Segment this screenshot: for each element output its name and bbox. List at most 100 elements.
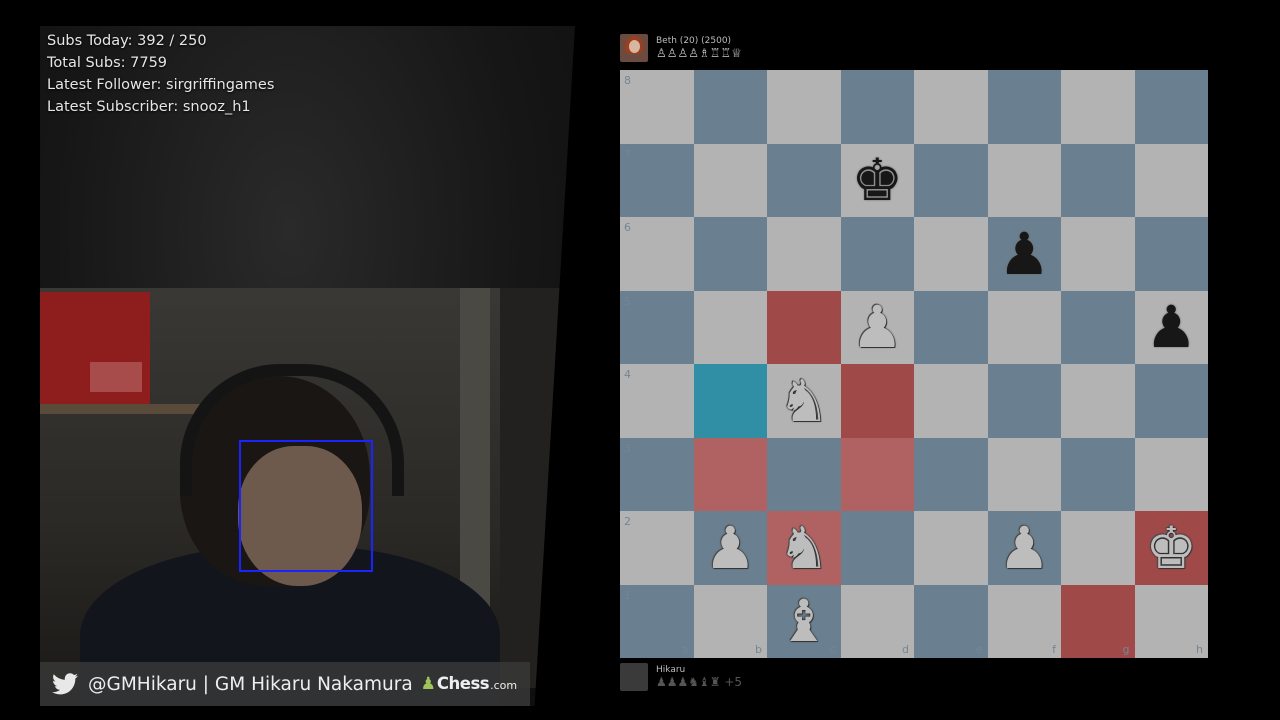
square-h5[interactable]: ♟ xyxy=(1134,290,1208,364)
square-a7[interactable]: 7 xyxy=(620,143,694,217)
brand-name: Chess xyxy=(436,674,490,693)
square-b5[interactable] xyxy=(693,290,767,364)
square-e2[interactable] xyxy=(914,511,988,585)
rank-label: 5 xyxy=(624,294,631,308)
square-d7[interactable]: ♚ xyxy=(840,143,914,217)
top-player-captured: ♙♙♙♙♗♖♖♕ xyxy=(656,46,743,60)
square-g4[interactable] xyxy=(1061,364,1135,438)
square-b8[interactable] xyxy=(693,70,767,144)
square-b1[interactable]: b xyxy=(693,584,767,658)
square-a4[interactable]: 4 xyxy=(620,364,694,438)
square-e8[interactable] xyxy=(914,70,988,144)
square-c6[interactable] xyxy=(767,217,841,291)
square-d3[interactable] xyxy=(840,437,914,511)
chess-board[interactable]: 8 7 ♚ 6 ♟ 5 ♟ ♟ 4 ♞ 3 2 ♟ ♞ ♟ ♚ 1 a b c ♝ d e f g h xyxy=(620,70,1208,658)
square-c3[interactable] xyxy=(767,437,841,511)
black-king[interactable]: ♚ xyxy=(851,151,903,209)
square-c2[interactable]: ♞ xyxy=(767,511,841,585)
white-king[interactable]: ♚ xyxy=(1145,519,1197,577)
square-d6[interactable] xyxy=(840,217,914,291)
twitter-icon xyxy=(52,673,78,695)
latest-subscriber: Latest Subscriber: snooz_h1 xyxy=(47,99,251,115)
square-b2[interactable]: ♟ xyxy=(693,511,767,585)
red-storage-box xyxy=(40,292,150,404)
white-knight[interactable]: ♞ xyxy=(778,372,830,430)
square-d2[interactable] xyxy=(840,511,914,585)
square-b3[interactable] xyxy=(693,437,767,511)
twitter-handle: @GMHikaru | GM Hikaru Nakamura xyxy=(88,673,413,695)
square-g2[interactable] xyxy=(1061,511,1135,585)
square-f2[interactable]: ♟ xyxy=(987,511,1061,585)
square-g8[interactable] xyxy=(1061,70,1135,144)
white-knight[interactable]: ♞ xyxy=(778,519,830,577)
square-e4[interactable] xyxy=(914,364,988,438)
face-detection-box xyxy=(239,440,373,572)
square-h1[interactable]: h xyxy=(1134,584,1208,658)
total-subs: Total Subs: 7759 xyxy=(47,55,168,71)
white-bishop[interactable]: ♝ xyxy=(778,592,830,650)
square-h4[interactable] xyxy=(1134,364,1208,438)
square-h8[interactable] xyxy=(1134,70,1208,144)
square-d5[interactable]: ♟ xyxy=(840,290,914,364)
square-a6[interactable]: 6 xyxy=(620,217,694,291)
file-label: c xyxy=(829,643,836,656)
square-b6[interactable] xyxy=(693,217,767,291)
square-c1[interactable]: c ♝ xyxy=(767,584,841,658)
square-e1[interactable]: e xyxy=(914,584,988,658)
rank-label: 6 xyxy=(624,221,631,234)
white-pawn[interactable]: ♟ xyxy=(851,298,903,356)
square-b7[interactable] xyxy=(693,143,767,217)
square-c7[interactable] xyxy=(767,143,841,217)
square-h6[interactable] xyxy=(1134,217,1208,291)
square-f5[interactable] xyxy=(987,290,1061,364)
square-a2[interactable]: 2 xyxy=(620,511,694,585)
chesscom-logo: ♟ Chess .com xyxy=(421,674,517,694)
square-c8[interactable] xyxy=(767,70,841,144)
black-pawn[interactable]: ♟ xyxy=(998,225,1050,283)
square-f3[interactable] xyxy=(987,437,1061,511)
square-f6[interactable]: ♟ xyxy=(987,217,1061,291)
square-h2[interactable]: ♚ xyxy=(1134,511,1208,585)
square-f7[interactable] xyxy=(987,143,1061,217)
square-g3[interactable] xyxy=(1061,437,1135,511)
latest-follower: Latest Follower: sirgriffingames xyxy=(47,77,275,93)
rank-label: 3 xyxy=(624,441,631,455)
white-pawn[interactable]: ♟ xyxy=(704,519,756,577)
rank-label: 8 xyxy=(624,74,631,87)
square-a3[interactable]: 3 xyxy=(620,437,694,511)
square-a8[interactable]: 8 xyxy=(620,70,694,144)
square-a1[interactable]: 1a xyxy=(620,584,694,658)
square-e5[interactable] xyxy=(914,290,988,364)
bottom-player-name: Hikaru xyxy=(656,665,686,675)
square-a5[interactable]: 5 xyxy=(620,290,694,364)
square-h3[interactable] xyxy=(1134,437,1208,511)
square-h7[interactable] xyxy=(1134,143,1208,217)
square-d4[interactable] xyxy=(840,364,914,438)
square-f1[interactable]: f xyxy=(987,584,1061,658)
square-f4[interactable] xyxy=(987,364,1061,438)
avatar xyxy=(620,663,648,691)
square-g7[interactable] xyxy=(1061,143,1135,217)
stream-footer: @GMHikaru | GM Hikaru Nakamura ♟ Chess .… xyxy=(40,662,530,706)
black-pawn[interactable]: ♟ xyxy=(1145,298,1197,356)
brand-tld: .com xyxy=(490,679,518,692)
square-c5[interactable] xyxy=(767,290,841,364)
square-f8[interactable] xyxy=(987,70,1061,144)
white-pawn[interactable]: ♟ xyxy=(998,519,1050,577)
file-label: e xyxy=(975,643,983,656)
square-g5[interactable] xyxy=(1061,290,1135,364)
square-e7[interactable] xyxy=(914,143,988,217)
square-g6[interactable] xyxy=(1061,217,1135,291)
square-e6[interactable] xyxy=(914,217,988,291)
bottom-player-bar: Hikaru ♟♟♟♞♝♜ +5 xyxy=(620,662,742,692)
square-e3[interactable] xyxy=(914,437,988,511)
square-b4[interactable] xyxy=(693,364,767,438)
square-g1[interactable]: g xyxy=(1061,584,1135,658)
stream-stats: Subs Today: 392 / 250 Total Subs: 7759 L… xyxy=(47,30,274,118)
square-d8[interactable] xyxy=(840,70,914,144)
webcam-panel: Subs Today: 392 / 250 Total Subs: 7759 L… xyxy=(40,26,594,706)
rank-label: 2 xyxy=(624,515,631,528)
square-d1[interactable]: d xyxy=(840,584,914,658)
avatar xyxy=(620,34,648,62)
square-c4[interactable]: ♞ xyxy=(767,364,841,438)
